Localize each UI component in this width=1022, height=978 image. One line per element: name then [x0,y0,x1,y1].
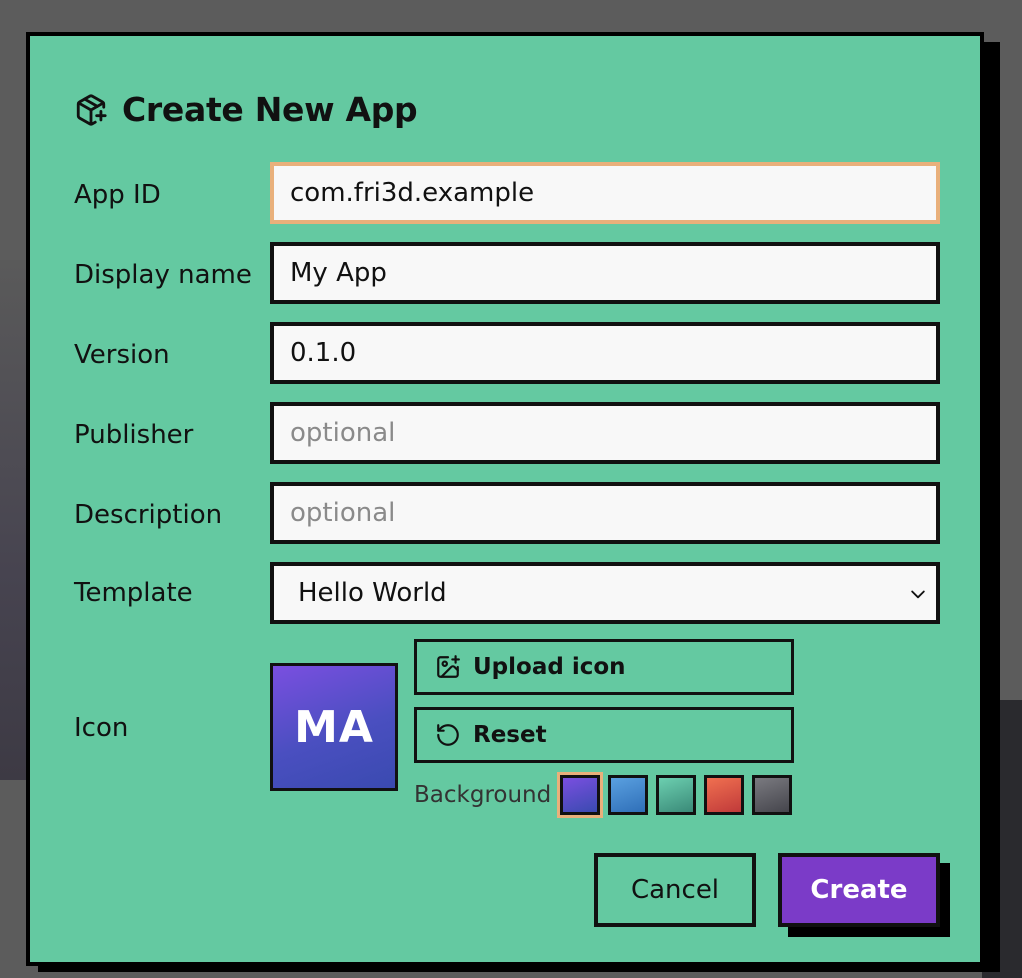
create-app-dialog: Create New App App ID Display name Versi… [26,32,984,966]
cancel-button[interactable]: Cancel [594,853,756,927]
swatch-blue[interactable] [608,775,648,815]
swatch-red[interactable] [704,775,744,815]
create-button[interactable]: Create [778,853,940,927]
description-label: Description [74,500,223,530]
display-name-label: Display name [74,260,252,290]
dialog-header: Create New App [74,90,418,129]
chevron-down-icon [911,590,925,599]
rotate-ccw-icon [437,724,459,746]
template-select[interactable]: Hello World [270,562,940,624]
swatch-gray[interactable] [752,775,792,815]
reset-label: Reset [473,722,547,748]
app-id-label: App ID [74,180,161,210]
background-label: Background [414,782,552,808]
reset-icon-button[interactable]: Reset [414,707,794,763]
image-plus-icon [437,655,460,678]
icon-label: Icon [74,713,129,743]
swatch-purple[interactable] [557,772,603,818]
display-name-input[interactable] [270,242,940,304]
publisher-input[interactable] [270,402,940,464]
app-icon-preview: MA [270,663,398,791]
description-input[interactable] [270,482,940,544]
version-label: Version [74,340,170,370]
template-label: Template [74,578,193,608]
version-input[interactable] [270,322,940,384]
package-plus-icon [76,93,107,126]
template-selected-value: Hello World [298,578,447,608]
app-id-input[interactable] [270,162,940,224]
dialog-title: Create New App [122,90,418,129]
upload-icon-button[interactable]: Upload icon [414,639,794,695]
swatch-teal[interactable] [656,775,696,815]
upload-icon-label: Upload icon [473,654,626,680]
publisher-label: Publisher [74,420,194,450]
